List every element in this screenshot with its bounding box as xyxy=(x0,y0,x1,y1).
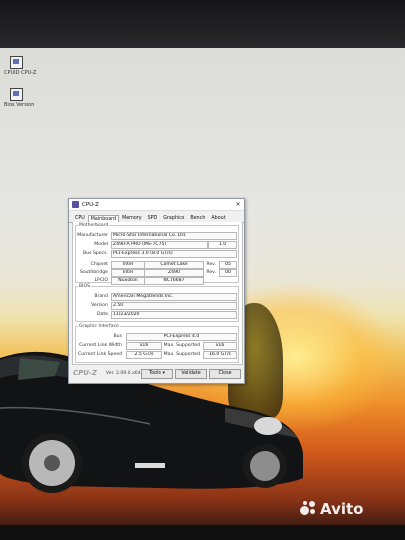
group-legend: Motherboard xyxy=(79,223,109,228)
link-speed-value: 2.5 GT/s xyxy=(126,351,162,359)
field-label: Max. Supported xyxy=(163,352,200,357)
tab-content-mainboard: Motherboard Manufacturer Micro-Star Inte… xyxy=(72,222,243,365)
window-titlebar[interactable]: CPU-Z ✕ xyxy=(69,199,244,211)
group-legend: BIOS xyxy=(79,284,91,289)
max-width-value: x16 xyxy=(203,342,237,350)
field-label: Chipset xyxy=(90,262,108,267)
close-icon[interactable]: ✕ xyxy=(232,201,244,208)
field-label: Current Link Speed xyxy=(78,352,122,357)
motherboard-group: Motherboard Manufacturer Micro-Star Inte… xyxy=(75,223,239,285)
manufacturer-value: Micro-Star International Co. Ltd. xyxy=(111,232,237,240)
tools-button-label: Tools xyxy=(149,371,161,376)
monitor-bezel-bottom xyxy=(0,525,405,540)
field-label: LPCIO xyxy=(94,278,108,283)
field-label: Current Link Width xyxy=(79,343,122,348)
group-legend: Graphic Interface xyxy=(79,324,119,329)
monitor-bezel-top xyxy=(0,0,405,52)
chipset-vendor-value: Intel xyxy=(111,261,145,269)
field-label: Rev. xyxy=(206,270,216,275)
field-label: Manufacturer xyxy=(77,233,108,238)
tools-button[interactable]: Tools ▾ xyxy=(141,369,173,379)
desktop-icon-label: CPUID CPU-Z xyxy=(4,70,37,76)
avito-logo-icon xyxy=(300,501,318,515)
field-label: Date xyxy=(97,312,108,317)
tab-memory[interactable]: Memory xyxy=(119,214,145,222)
bios-brand-value: American Megatrends Inc. xyxy=(111,293,237,301)
window-title: CPU-Z xyxy=(82,201,99,208)
field-label: Southbridge xyxy=(79,270,108,275)
bus-value: PCI-Express 4.0 xyxy=(126,333,237,341)
cpuz-window: CPU-Z ✕ CPU Mainboard Memory SPD Graphic… xyxy=(68,198,245,384)
version-text: Ver. 2.09.0.x64 xyxy=(106,371,141,376)
bios-group: BIOS Brand American Megatrends Inc. Vers… xyxy=(75,284,239,322)
tab-bench[interactable]: Bench xyxy=(187,214,208,222)
cpuz-app-icon xyxy=(72,201,79,208)
field-label: Version xyxy=(91,303,108,308)
bus-specs-value: PCI-Express 3.0 (8.0 GT/s) xyxy=(111,250,237,258)
avito-watermark-text: Avito xyxy=(320,500,364,518)
southbridge-name-value: Z490 xyxy=(144,269,204,277)
tab-spd[interactable]: SPD xyxy=(145,214,161,222)
desktop-icon-label: Bios Version xyxy=(4,102,35,108)
validate-button[interactable]: Validate xyxy=(175,369,207,379)
southbridge-vendor-value: Intel xyxy=(111,269,145,277)
window-footer: CPU-Z Ver. 2.09.0.x64 Tools ▾ Validate C… xyxy=(69,367,244,381)
model-revision-value: 1.0 xyxy=(208,241,237,249)
chipset-name-value: Comet Lake xyxy=(144,261,204,269)
desktop-icon-bios[interactable]: Bios Version xyxy=(4,88,64,108)
desktop-screen: CPUID CPU-Z Bios Version CPU-Z ✕ CPU Mai… xyxy=(0,48,405,528)
field-label: Max. Supported xyxy=(163,343,200,348)
link-width-value: x16 xyxy=(126,342,162,350)
bios-date-value: 11/23/2020 xyxy=(111,311,237,319)
field-label: Rev. xyxy=(206,262,216,267)
cpuz-brand-logo: CPU-Z xyxy=(73,369,97,377)
southbridge-revision-value: 00 xyxy=(219,269,237,277)
field-label: Bus Specs. xyxy=(83,251,108,256)
field-label: Model xyxy=(94,242,108,247)
tab-cpu[interactable]: CPU xyxy=(72,214,88,222)
tab-graphics[interactable]: Graphics xyxy=(160,214,187,222)
chipset-revision-value: 05 xyxy=(219,261,237,269)
app-icon xyxy=(10,56,23,69)
desktop-icon-cpuz[interactable]: CPUID CPU-Z xyxy=(4,56,64,76)
chevron-down-icon: ▾ xyxy=(162,371,165,376)
bios-version-value: 2.50 xyxy=(111,302,237,310)
field-label: Bus xyxy=(113,334,122,339)
max-speed-value: 16.0 GT/s xyxy=(203,351,237,359)
model-value: Z490-A PRO (MS-7C75) xyxy=(111,241,208,249)
tab-about[interactable]: About xyxy=(208,214,228,222)
field-label: Brand xyxy=(94,294,108,299)
graphic-interface-group: Graphic Interface Bus PCI-Express 4.0 Cu… xyxy=(75,324,239,363)
close-button[interactable]: Close xyxy=(209,369,241,379)
avito-watermark: Avito xyxy=(300,500,363,518)
app-icon xyxy=(10,88,23,101)
